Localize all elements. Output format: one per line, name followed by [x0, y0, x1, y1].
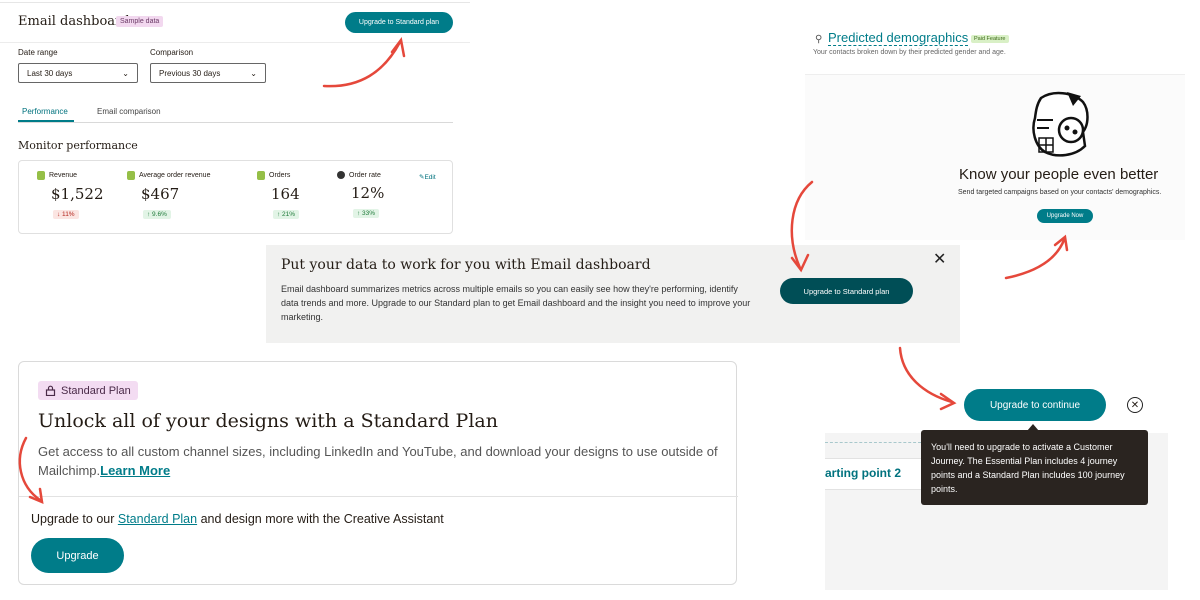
sample-data-badge: Sample data [116, 16, 164, 27]
tab-email-comparison[interactable]: Email comparison [97, 107, 161, 116]
arrow-to-upgrade-now [1004, 238, 1066, 280]
date-range-label: Date range [18, 48, 58, 57]
banner-upgrade-button[interactable]: Upgrade to Standard plan [780, 278, 913, 304]
tab-performance[interactable]: Performance [22, 107, 68, 116]
banner-body: Email dashboard summarizes metrics acros… [281, 284, 751, 322]
top-divider [0, 2, 470, 3]
upgrade-button[interactable]: Upgrade [31, 538, 124, 573]
metrics-card: Revenue $1,522 ↓ 11% Average order reven… [18, 160, 453, 234]
metric-delta: ↓ 11% [53, 210, 79, 219]
badge-label: Standard Plan [61, 384, 131, 397]
learn-more-link[interactable]: Learn More [100, 463, 170, 478]
close-icon[interactable]: ✕ [1127, 397, 1143, 413]
edit-metrics-link[interactable]: ✎Edit [419, 173, 436, 181]
demographics-description: Send targeted campaigns based on your co… [958, 189, 1162, 196]
demographics-heading: Know your people even better [959, 166, 1159, 183]
close-icon[interactable]: ✕ [933, 249, 946, 269]
paid-feature-badge: Paid Feature [971, 35, 1009, 43]
edit-label: Edit [424, 174, 436, 181]
header-divider [0, 42, 470, 43]
metric-delta: ↑ 21% [273, 210, 300, 219]
mailchimp-icon [337, 171, 345, 179]
email-dashboard-panel: Email dashboard Sample data Upgrade to S… [0, 0, 470, 248]
predicted-demographics-panel: ⚲ Predicted demographics Paid Feature Yo… [805, 0, 1185, 240]
tabs-divider [18, 122, 453, 123]
metric-delta: ↑ 9.6% [143, 210, 171, 219]
chevron-down-icon: ⌄ [250, 69, 257, 78]
section-title: Monitor performance [18, 139, 138, 152]
upgrade-prompt: Upgrade to our Standard Plan and design … [31, 512, 444, 526]
metric-value: 12% [351, 184, 385, 202]
metric-average-order-revenue: Average order revenue $467 ↑ 9.6% [127, 171, 210, 221]
comparison-value: Previous 30 days [159, 68, 221, 78]
upgrade-standard-button[interactable]: Upgrade to Standard plan [345, 12, 453, 33]
upgrade-tooltip: You'll need to upgrade to activate a Cus… [921, 430, 1148, 505]
date-range-select[interactable]: Last 30 days ⌄ [18, 63, 138, 83]
demographics-title[interactable]: Predicted demographics [828, 31, 969, 46]
lock-icon [45, 385, 56, 396]
journey-connector [825, 442, 921, 443]
metric-value: $467 [141, 185, 180, 203]
shopify-icon [37, 171, 45, 180]
metric-revenue: Revenue $1,522 ↓ 11% [37, 171, 104, 221]
metric-label: Orders [269, 172, 291, 179]
comparison-select[interactable]: Previous 30 days ⌄ [150, 63, 266, 83]
page-title: Email dashboard [18, 14, 130, 29]
upgrade-to-continue-button[interactable]: Upgrade to continue [964, 389, 1106, 421]
metric-value: $1,522 [51, 185, 104, 203]
card-divider [19, 496, 738, 497]
comparison-label: Comparison [150, 48, 194, 57]
face-illustration-icon [1032, 91, 1089, 157]
customer-journey-panel: arting point 2 Upgrade to continue ✕ You… [825, 380, 1168, 590]
metric-label: Order rate [349, 171, 381, 179]
demographics-body [805, 74, 1185, 240]
shopify-icon [127, 171, 135, 180]
upgrade-now-button[interactable]: Upgrade Now [1037, 209, 1093, 223]
standard-plan-card: Standard Plan Unlock all of your designs… [18, 361, 738, 585]
prompt-suffix: and design more with the Creative Assist… [197, 512, 444, 526]
plan-title: Unlock all of your designs with a Standa… [38, 410, 498, 432]
prompt-prefix: Upgrade to our [31, 512, 118, 526]
metric-delta: ↑ 33% [353, 209, 380, 218]
demographics-subtitle: Your contacts broken down by their predi… [813, 49, 1006, 56]
metric-order-rate: Order rate 12% ↑ 33% [337, 171, 384, 220]
date-range-value: Last 30 days [27, 68, 73, 78]
starting-point-label: arting point 2 [825, 466, 901, 480]
standard-plan-badge: Standard Plan [38, 381, 138, 400]
banner-heading: Put your data to work for you with Email… [281, 257, 651, 273]
metric-label: Revenue [49, 172, 78, 179]
shopify-icon [257, 171, 265, 180]
metric-label: Average order revenue [139, 172, 211, 179]
metric-orders: Orders 164 ↑ 21% [257, 171, 300, 221]
lock-icon: ⚲ [815, 34, 823, 45]
upgrade-banner: Put your data to work for you with Email… [266, 245, 960, 343]
plan-description: Get access to all custom channel sizes, … [38, 442, 728, 480]
standard-plan-link[interactable]: Standard Plan [118, 512, 197, 526]
metric-value: 164 [271, 185, 300, 203]
chevron-down-icon: ⌄ [122, 69, 129, 78]
